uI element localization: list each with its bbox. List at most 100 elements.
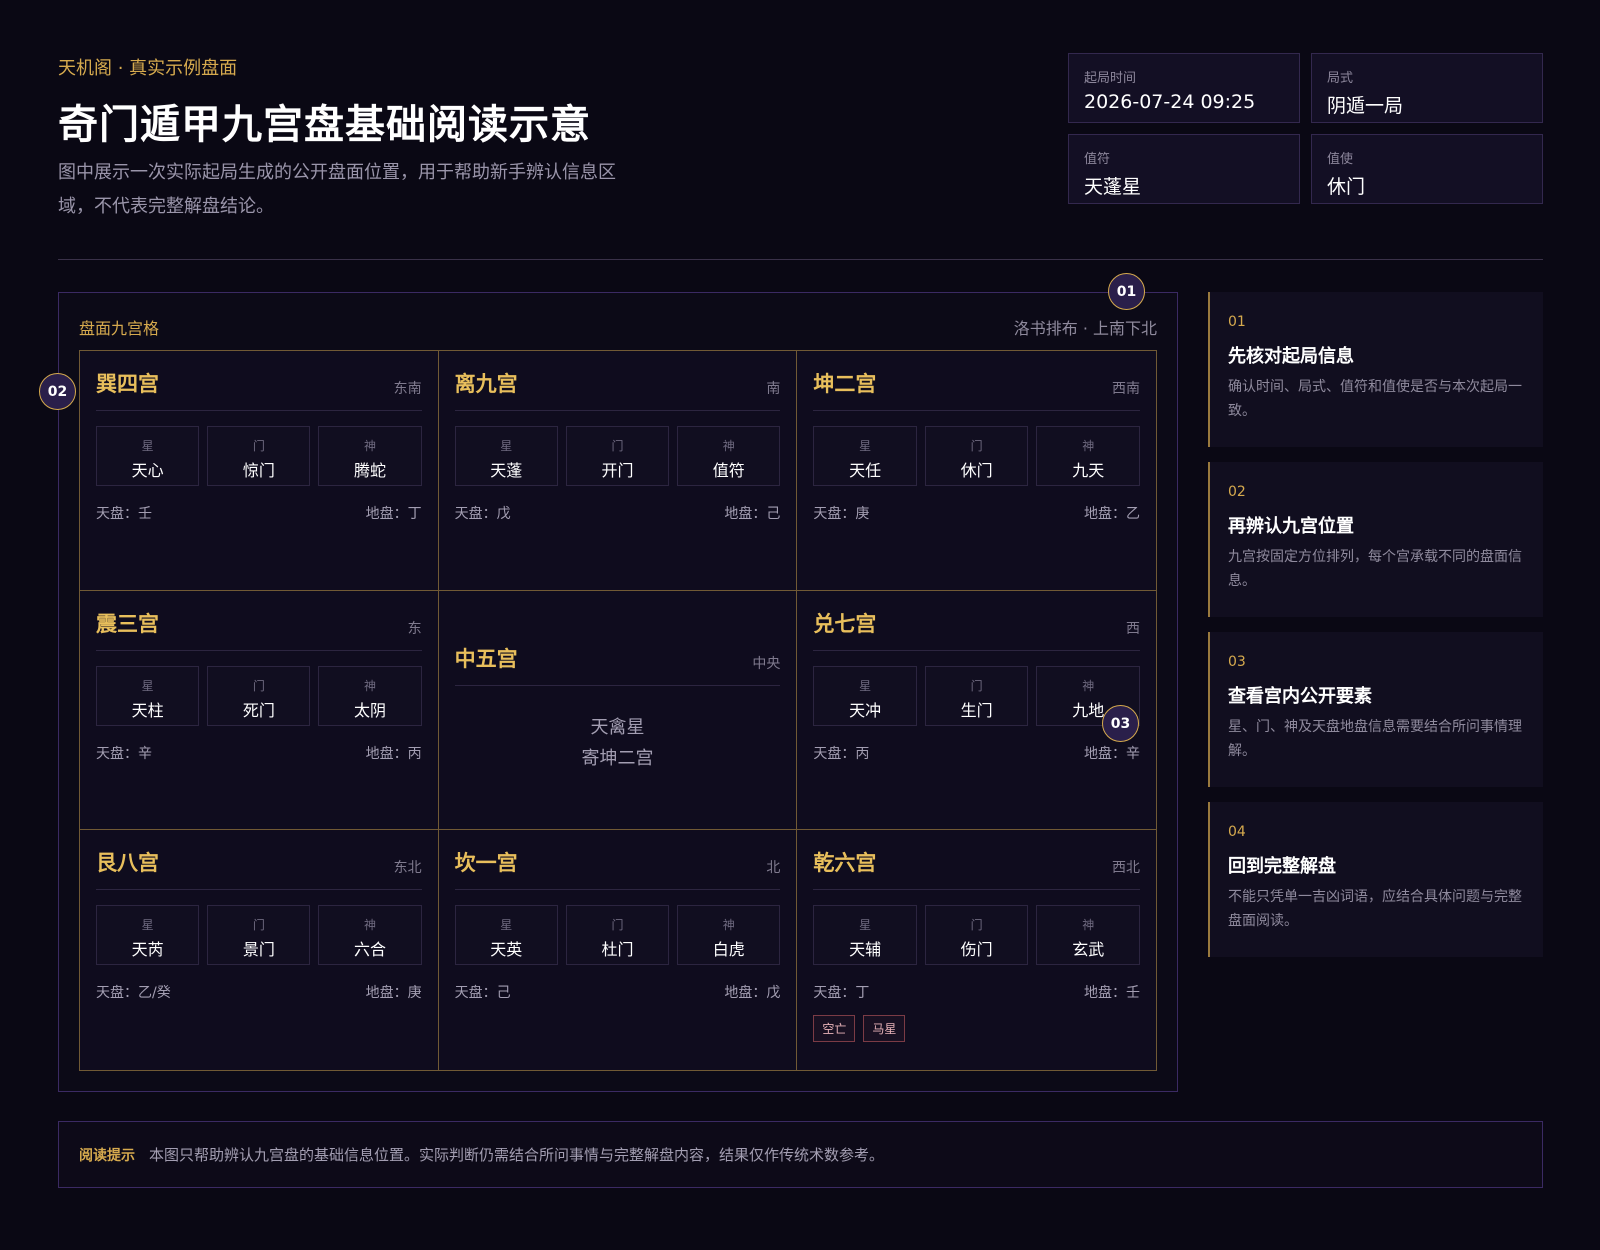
tag-ma-xing: 马星: [863, 1015, 906, 1043]
step-number: 04: [1228, 824, 1246, 840]
star-cell: 星天冲: [813, 665, 917, 726]
board-layout-note: 洛书排布 · 上南下北: [1013, 319, 1157, 338]
tian-value: 丙: [855, 745, 870, 762]
di-value: 丙: [407, 745, 422, 762]
god-value: 玄武: [1072, 940, 1105, 960]
god-value: 腾蛇: [354, 461, 387, 480]
palace-kan-1: 坎一宫 北 星天英 门杜门 神白虎 天盘：己 地盘：戊: [438, 830, 798, 1070]
step-number: 02: [1228, 484, 1246, 500]
gate-cell: 门生门: [924, 665, 1029, 726]
palace-direction: 西: [1125, 620, 1140, 637]
meta-label: 局式: [1327, 71, 1354, 86]
di-label: 地盘：: [724, 506, 767, 522]
gate-label: 门: [611, 439, 624, 453]
meta-label: 起局时间: [1084, 71, 1137, 86]
tian-label: 天盘：: [96, 745, 138, 762]
di-label: 地盘：: [724, 985, 767, 1002]
step-card: 03 查看宫内公开要素 星、门、神及天盘地盘信息需要结合所问事情理解。: [1208, 632, 1543, 787]
star-value: 天芮: [131, 940, 164, 960]
tian-plate: 天盘：辛: [96, 743, 152, 763]
di-plate: 地盘：庚: [366, 982, 422, 1002]
step-title: 再辨认九宫位置: [1228, 516, 1354, 537]
god-cell: 神腾蛇: [318, 426, 422, 486]
meta-zhi-shi: 值使 休门: [1311, 134, 1543, 204]
palace-header: 兑七宫 西: [813, 591, 1140, 651]
page-header: 天机阁 · 真实示例盘面 奇门遁甲九宫盘基础阅读示意 图中展示一次实际起局生成的…: [58, 0, 1543, 260]
step-number: 03: [1228, 654, 1246, 670]
gate-cell: 门开门: [565, 426, 670, 486]
palace-direction: 东: [407, 620, 422, 637]
tian-label: 天盘：: [813, 985, 856, 1002]
star-label: 星: [859, 678, 872, 693]
di-plate: 地盘：丁: [366, 503, 422, 523]
palace-tags: 空亡 马星: [813, 1015, 1140, 1043]
palace-header: 坤二宫 西南: [813, 351, 1140, 411]
star-value: 天蓬: [490, 461, 523, 480]
di-value: 乙: [1125, 506, 1140, 522]
palace-qian-6: 乾六宫 西北 星天辅 门伤门 神玄武 天盘：丁 地盘：壬 空亡 马星: [797, 830, 1156, 1070]
palace-gen-8: 艮八宫 东北 星天芮 门景门 神六合 天盘：乙/癸 地盘：庚: [80, 830, 439, 1070]
board-title: 盘面九宫格: [79, 319, 160, 338]
tian-value: 丁: [855, 985, 870, 1002]
tian-label: 天盘：: [96, 506, 138, 522]
gate-cell: 门休门: [924, 426, 1029, 486]
palace-plates: 天盘：辛 地盘：丙: [96, 743, 422, 763]
step-card: 01 先核对起局信息 确认时间、局式、值符和值使是否与本次起局一致。: [1208, 292, 1543, 447]
palace-li-9: 离九宫 南 星天蓬 门开门 神值符 天盘：戊 地盘：己: [438, 351, 798, 591]
palace-zhong-5: 中五宫 中央 天禽星 寄坤二宫: [438, 590, 798, 831]
god-value: 六合: [354, 940, 387, 960]
step-title: 先核对起局信息: [1228, 346, 1354, 367]
di-plate: 地盘：壬: [1084, 982, 1140, 1002]
star-cell: 星天芮: [96, 905, 200, 966]
palace-name: 坤二宫: [813, 372, 877, 396]
palace-name: 中五宫: [454, 646, 518, 671]
palace-direction: 中央: [752, 655, 781, 672]
gate-cell: 门惊门: [207, 426, 311, 486]
gate-label: 门: [970, 678, 983, 693]
palace-header: 坎一宫 北: [454, 830, 781, 891]
di-value: 戊: [766, 985, 781, 1002]
palace-name: 兑七宫: [813, 611, 877, 636]
gate-value: 生门: [960, 700, 993, 720]
palace-name: 巽四宫: [96, 372, 159, 396]
god-cell: 神六合: [318, 905, 422, 966]
palace-direction: 南: [766, 381, 781, 397]
gate-label: 门: [252, 439, 265, 453]
tian-plate: 天盘：戊: [455, 503, 511, 523]
meta-value: 休门: [1327, 176, 1366, 198]
palace-plates: 天盘：壬 地盘：丁: [96, 503, 422, 523]
di-plate: 地盘：辛: [1084, 743, 1140, 763]
meta-label: 值使: [1327, 152, 1354, 167]
meta-start-time: 起局时间 2026-07-24 09:25: [1068, 53, 1300, 123]
di-plate: 地盘：丙: [366, 743, 422, 763]
gate-value: 景门: [242, 940, 275, 960]
star-value: 天辅: [849, 940, 882, 960]
star-label: 星: [141, 918, 154, 933]
star-label: 星: [500, 918, 513, 933]
god-value: 太阴: [354, 700, 387, 720]
god-label: 神: [364, 918, 377, 933]
tian-value: 庚: [855, 506, 870, 522]
page: 天机阁 · 真实示例盘面 奇门遁甲九宫盘基础阅读示意 图中展示一次实际起局生成的…: [39, 0, 1543, 1250]
tip-label: 阅读提示: [79, 1147, 135, 1164]
palace-elements: 星天英 门杜门 神白虎: [454, 905, 781, 966]
di-label: 地盘：: [1083, 506, 1126, 522]
gate-value: 死门: [242, 700, 275, 720]
tip-text: 本图只帮助辨认九宫盘的基础信息位置。实际判断仍需结合所问事情与完整解盘内容，结果…: [149, 1146, 885, 1164]
palace-plates: 天盘：乙/癸 地盘：庚: [96, 982, 422, 1002]
step-description: 确认时间、局式、值符和值使是否与本次起局一致。: [1228, 379, 1522, 419]
palace-name: 乾六宫: [813, 851, 877, 876]
center-star: 天禽星: [590, 716, 645, 738]
star-value: 天英: [490, 940, 523, 960]
chart-meta: 起局时间 2026-07-24 09:25 局式 阴遁一局 值符 天蓬星 值使 …: [1068, 53, 1543, 204]
palace-name: 坎一宫: [454, 851, 518, 876]
gate-value: 杜门: [601, 940, 634, 960]
marker-03: 03: [1102, 705, 1139, 742]
palace-plates: 天盘：己 地盘：戊: [455, 982, 781, 1002]
di-value: 辛: [1125, 745, 1140, 762]
star-cell: 星天辅: [813, 905, 917, 966]
tian-value: 戊: [496, 506, 511, 522]
di-value: 壬: [1125, 985, 1140, 1002]
center-lodge: 寄坤二宫: [581, 747, 654, 769]
gate-cell: 门伤门: [924, 905, 1029, 966]
